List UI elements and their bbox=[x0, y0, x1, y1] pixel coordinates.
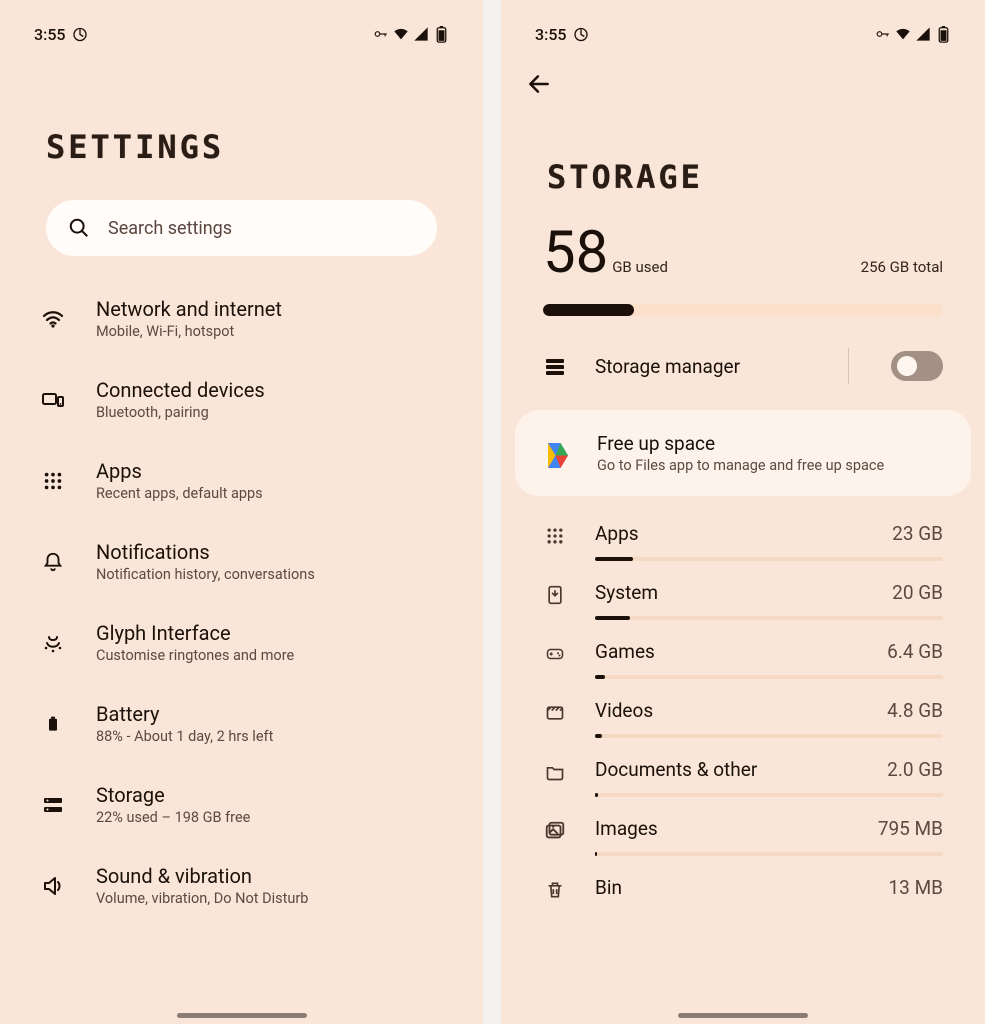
storage-total: 256 GB total bbox=[861, 258, 943, 282]
nav-handle[interactable] bbox=[177, 1013, 307, 1018]
storage-screen: 3:55 STORAGE 58GB used 256 GB total bbox=[501, 0, 985, 1024]
wifi-icon bbox=[895, 26, 911, 42]
free-up-space-label: Free up space bbox=[597, 432, 884, 455]
apps-grid-icon bbox=[38, 466, 68, 496]
bell-icon bbox=[38, 547, 68, 577]
settings-item-connected-devices[interactable]: Connected devicesBluetooth, pairing bbox=[30, 359, 453, 440]
settings-item-notifications[interactable]: NotificationsNotification history, conve… bbox=[30, 521, 453, 602]
storage-cat-system[interactable]: System20 GB bbox=[543, 561, 943, 620]
movie-icon bbox=[543, 701, 567, 725]
storage-cat-documents[interactable]: Documents & other2.0 GB bbox=[543, 738, 943, 797]
settings-screen: 3:55 SETTINGS Search settings Network an… bbox=[0, 0, 483, 1024]
settings-item-sound[interactable]: Sound & vibrationVolume, vibration, Do N… bbox=[30, 845, 453, 926]
statusbar-time: 3:55 bbox=[34, 25, 66, 44]
free-up-space-sub: Go to Files app to manage and free up sp… bbox=[597, 457, 884, 474]
storage-progress-bar bbox=[543, 304, 943, 316]
settings-item-glyph[interactable]: Glyph InterfaceCustomise ringtones and m… bbox=[30, 602, 453, 683]
statusbar: 3:55 bbox=[501, 0, 985, 46]
battery-icon bbox=[433, 26, 449, 42]
settings-title: SETTINGS bbox=[0, 46, 483, 166]
battery-icon bbox=[935, 26, 951, 42]
devices-icon bbox=[38, 385, 68, 415]
wifi-icon bbox=[393, 26, 409, 42]
nav-handle[interactable] bbox=[678, 1013, 808, 1018]
settings-item-network[interactable]: Network and internetMobile, Wi-Fi, hotsp… bbox=[30, 278, 453, 359]
gamepad-icon bbox=[543, 642, 567, 666]
storage-manager-icon bbox=[543, 354, 567, 378]
storage-cat-videos[interactable]: Videos4.8 GB bbox=[543, 679, 943, 738]
vpn-key-icon bbox=[875, 26, 891, 42]
settings-item-storage[interactable]: Storage22% used – 198 GB free bbox=[30, 764, 453, 845]
folder-icon bbox=[543, 760, 567, 784]
wifi-icon bbox=[38, 304, 68, 334]
settings-item-apps[interactable]: AppsRecent apps, default apps bbox=[30, 440, 453, 521]
divider bbox=[848, 348, 849, 384]
storage-used-unit: GB used bbox=[612, 258, 668, 276]
statusbar-time: 3:55 bbox=[535, 25, 567, 44]
apps-grid-icon bbox=[543, 524, 567, 548]
volume-icon bbox=[38, 871, 68, 901]
storage-summary: 58GB used 256 GB total bbox=[501, 196, 985, 316]
signal-icon bbox=[915, 26, 931, 42]
system-update-icon bbox=[543, 583, 567, 607]
storage-categories: Apps23 GB System20 GB Games6.4 GB Videos… bbox=[501, 502, 985, 916]
vpn-key-icon bbox=[373, 26, 389, 42]
search-settings[interactable]: Search settings bbox=[46, 200, 437, 256]
settings-item-battery[interactable]: Battery88% - About 1 day, 2 hrs left bbox=[30, 683, 453, 764]
storage-manager-label[interactable]: Storage manager bbox=[595, 355, 818, 378]
storage-cat-images[interactable]: Images795 MB bbox=[543, 797, 943, 856]
free-up-space-card[interactable]: Free up space Go to Files app to manage … bbox=[515, 410, 971, 496]
storage-manager-toggle[interactable] bbox=[891, 351, 943, 381]
files-app-icon bbox=[543, 438, 573, 468]
image-icon bbox=[543, 819, 567, 843]
storage-cat-games[interactable]: Games6.4 GB bbox=[543, 620, 943, 679]
storage-title: STORAGE bbox=[501, 104, 985, 196]
statusbar-app-icon bbox=[72, 26, 88, 42]
storage-progress-fill bbox=[543, 304, 634, 316]
statusbar: 3:55 bbox=[0, 0, 483, 46]
storage-cat-bin[interactable]: Bin13 MB bbox=[543, 856, 943, 916]
back-button[interactable] bbox=[519, 64, 559, 104]
search-icon bbox=[68, 217, 90, 239]
statusbar-app-icon bbox=[573, 26, 589, 42]
glyph-icon bbox=[38, 628, 68, 658]
storage-used-value: 58 bbox=[543, 219, 608, 287]
signal-icon bbox=[413, 26, 429, 42]
storage-cat-apps[interactable]: Apps23 GB bbox=[543, 502, 943, 561]
search-placeholder: Search settings bbox=[108, 218, 232, 239]
battery-icon bbox=[38, 709, 68, 739]
settings-list: Network and internetMobile, Wi-Fi, hotsp… bbox=[0, 262, 483, 926]
trash-icon bbox=[543, 878, 567, 902]
storage-icon bbox=[38, 790, 68, 820]
